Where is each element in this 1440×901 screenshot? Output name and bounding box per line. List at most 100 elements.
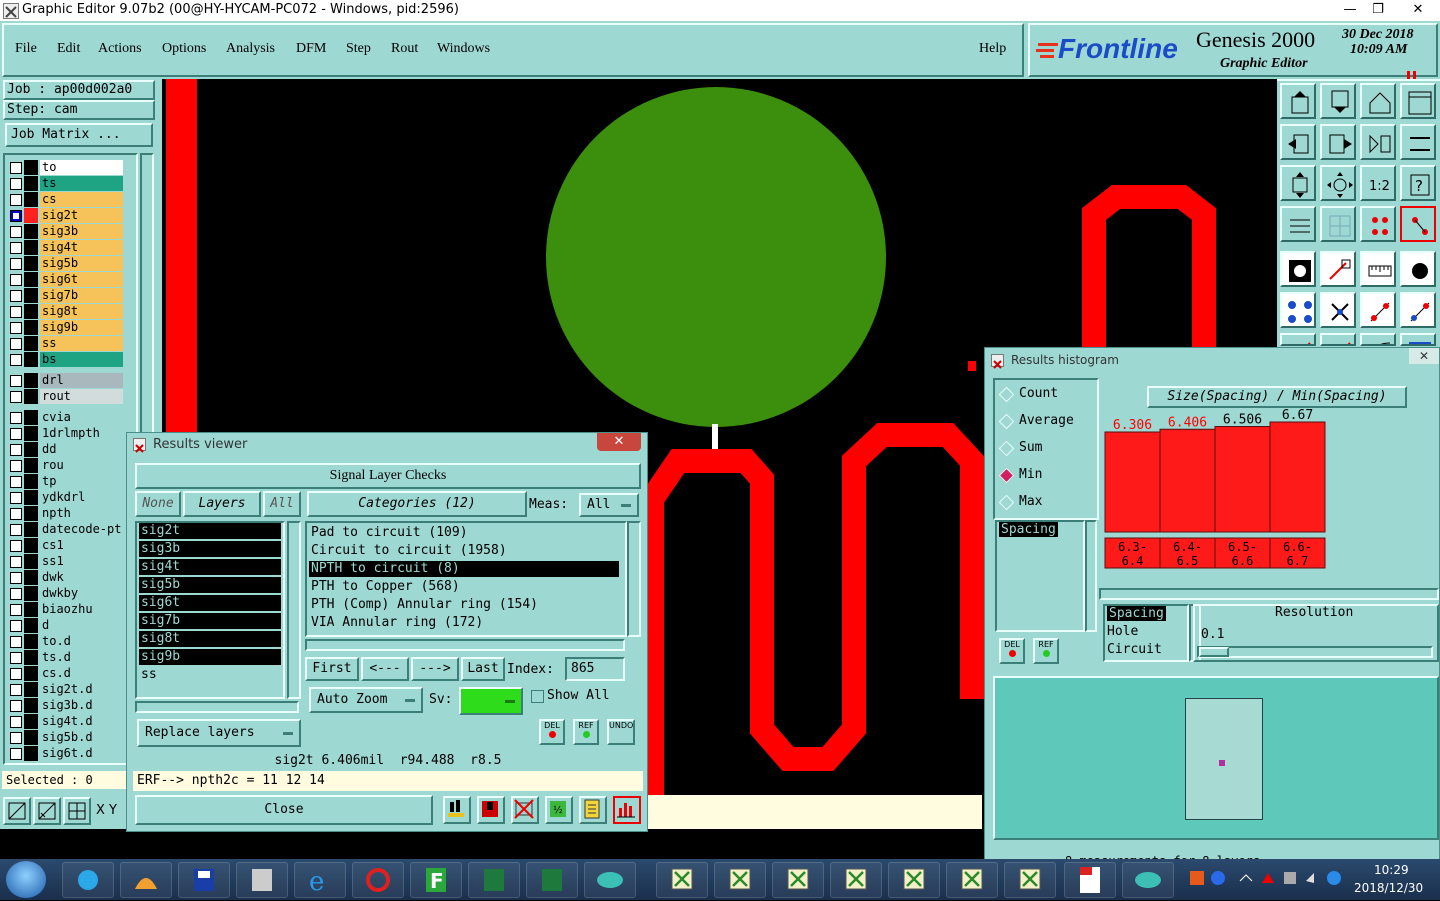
layer-name[interactable]: ydkdrl (40, 490, 123, 505)
layer-row[interactable]: sig2t (8, 208, 158, 223)
arc-icon[interactable] (1360, 333, 1396, 346)
layer-checkbox[interactable] (10, 636, 22, 648)
category-item[interactable]: VIA Annular ring (172) (309, 615, 619, 631)
maximize-button[interactable]: ❐ (1364, 0, 1392, 20)
layer-name[interactable]: sig2t (40, 208, 123, 223)
undo-button[interactable]: UNDO (607, 719, 635, 745)
replace-layers-select[interactable]: Replace layers (137, 719, 301, 747)
rh-ref-button[interactable]: REF (1033, 638, 1059, 664)
layer-row[interactable]: ss (8, 336, 158, 351)
layer-name[interactable]: sig8t (40, 304, 123, 319)
result-layer-item[interactable]: sig3b (139, 541, 281, 557)
layer-checkbox[interactable] (10, 668, 22, 680)
layer-row[interactable]: cs (8, 192, 158, 207)
taskbar-genesis-window[interactable] (1004, 862, 1056, 898)
layer-checkbox[interactable] (10, 226, 22, 238)
measure2-icon[interactable] (1400, 292, 1436, 328)
taskbar-app-pdf[interactable] (1064, 862, 1116, 898)
job-matrix-button[interactable]: Job Matrix ... (5, 123, 153, 147)
histogram-bar[interactable] (1159, 428, 1216, 533)
layer-results-hscroll[interactable] (135, 701, 299, 713)
layer-name[interactable]: sig7b (40, 288, 123, 303)
chart-hscroll[interactable] (1099, 588, 1439, 600)
layer-checkbox[interactable] (10, 322, 22, 334)
page-up-icon[interactable] (1280, 83, 1316, 119)
layer-checkbox[interactable] (10, 700, 22, 712)
window-icon[interactable] (1400, 83, 1436, 119)
net-icon[interactable] (1360, 206, 1396, 242)
layer-checkbox[interactable] (10, 274, 22, 286)
layers-button[interactable]: Layers (183, 491, 261, 517)
result-layer-item[interactable]: sig2t (139, 523, 281, 539)
delete-ref-icon-button[interactable] (511, 796, 539, 824)
step-out-icon[interactable] (1320, 124, 1356, 160)
layer-checkbox[interactable] (10, 178, 22, 190)
layer-name[interactable]: dwk (40, 570, 123, 585)
taskbar-genesis-window[interactable] (888, 862, 940, 898)
rv-close-bottom-button[interactable]: Close (135, 795, 433, 825)
layer-checkbox[interactable] (10, 210, 22, 222)
net-active-icon[interactable] (1400, 206, 1436, 242)
rh-del-button[interactable]: DEL (999, 638, 1025, 664)
zoom-tool-icon[interactable] (3, 797, 31, 825)
layer-row[interactable]: ts (8, 176, 158, 191)
layer-row[interactable]: sig8t (8, 304, 158, 319)
layer-checkbox[interactable] (10, 391, 22, 403)
histogram-icon-button[interactable] (613, 796, 641, 824)
layer-name[interactable]: drl (40, 373, 123, 388)
layer-name[interactable]: d (40, 618, 123, 633)
layer-name[interactable]: bs (40, 352, 123, 367)
category-item[interactable]: Circuit to circuit (1958) (309, 543, 619, 559)
layer-row[interactable]: sig4t (8, 240, 158, 255)
result-layer-item[interactable]: sig5b (139, 577, 281, 593)
page-down-icon[interactable] (1320, 83, 1356, 119)
layer-icon-button[interactable] (443, 796, 471, 824)
measure-tool-icon[interactable] (33, 797, 61, 825)
rv-close-button[interactable]: ✕ (597, 433, 641, 451)
layer-name[interactable]: npth (40, 506, 123, 521)
layer-checkbox[interactable] (10, 492, 22, 504)
auto-zoom-select[interactable]: Auto Zoom (309, 687, 423, 713)
taskbar-app-save[interactable] (178, 862, 230, 898)
measure-list-item[interactable]: Hole (1107, 624, 1138, 639)
prev-button[interactable]: <--- (361, 657, 409, 681)
last-button[interactable]: Last (461, 657, 505, 681)
cross-icon[interactable] (1320, 292, 1356, 328)
menu-rout[interactable]: Rout (391, 41, 418, 57)
layer-checkbox[interactable] (10, 194, 22, 206)
layer-name[interactable]: sig3b.d (40, 698, 123, 713)
category-hscroll[interactable] (305, 639, 625, 651)
taskbar-genesis-window[interactable] (946, 862, 998, 898)
layer-row[interactable]: drl (8, 373, 158, 388)
layer-checkbox[interactable] (10, 588, 22, 600)
ref-button[interactable]: REF (573, 719, 599, 745)
taskbar-app-docs[interactable] (236, 862, 288, 898)
layer-checkbox[interactable] (10, 338, 22, 350)
menu-analysis[interactable]: Analysis (226, 41, 275, 57)
layer-name[interactable]: ts.d (40, 650, 123, 665)
half-icon-button[interactable]: ½ (545, 796, 573, 824)
layer-name[interactable]: cs.d (40, 666, 123, 681)
category-item[interactable]: NPTH to circuit (8) (309, 561, 619, 577)
layer-checkbox[interactable] (10, 476, 22, 488)
layer-name[interactable]: sig4t.d (40, 714, 123, 729)
result-layer-item[interactable]: sig8t (139, 631, 281, 647)
menu-options[interactable]: Options (162, 41, 206, 57)
layer-name[interactable]: ss (40, 336, 123, 351)
layer-checkbox[interactable] (10, 428, 22, 440)
taskbar-app-bird[interactable] (62, 862, 114, 898)
layer-checkbox[interactable] (10, 652, 22, 664)
layer-name[interactable]: rout (40, 389, 123, 404)
menu-help[interactable]: Help (979, 41, 1006, 57)
layer-name[interactable]: rou (40, 458, 123, 473)
layer-checkbox[interactable] (10, 620, 22, 632)
measure-icon[interactable] (1360, 292, 1396, 328)
layer-name[interactable]: biaozhu (40, 602, 123, 617)
measure-list-item[interactable]: Spacing (1107, 606, 1166, 621)
rh-close-button[interactable]: ✕ (1409, 348, 1439, 364)
layer-name[interactable]: 1drlmpth (40, 426, 123, 441)
line-icon[interactable] (1280, 333, 1316, 346)
layer-checkbox[interactable] (10, 306, 22, 318)
layer-row[interactable]: rout (8, 389, 158, 404)
layer-results-scrollbar[interactable] (287, 521, 301, 699)
